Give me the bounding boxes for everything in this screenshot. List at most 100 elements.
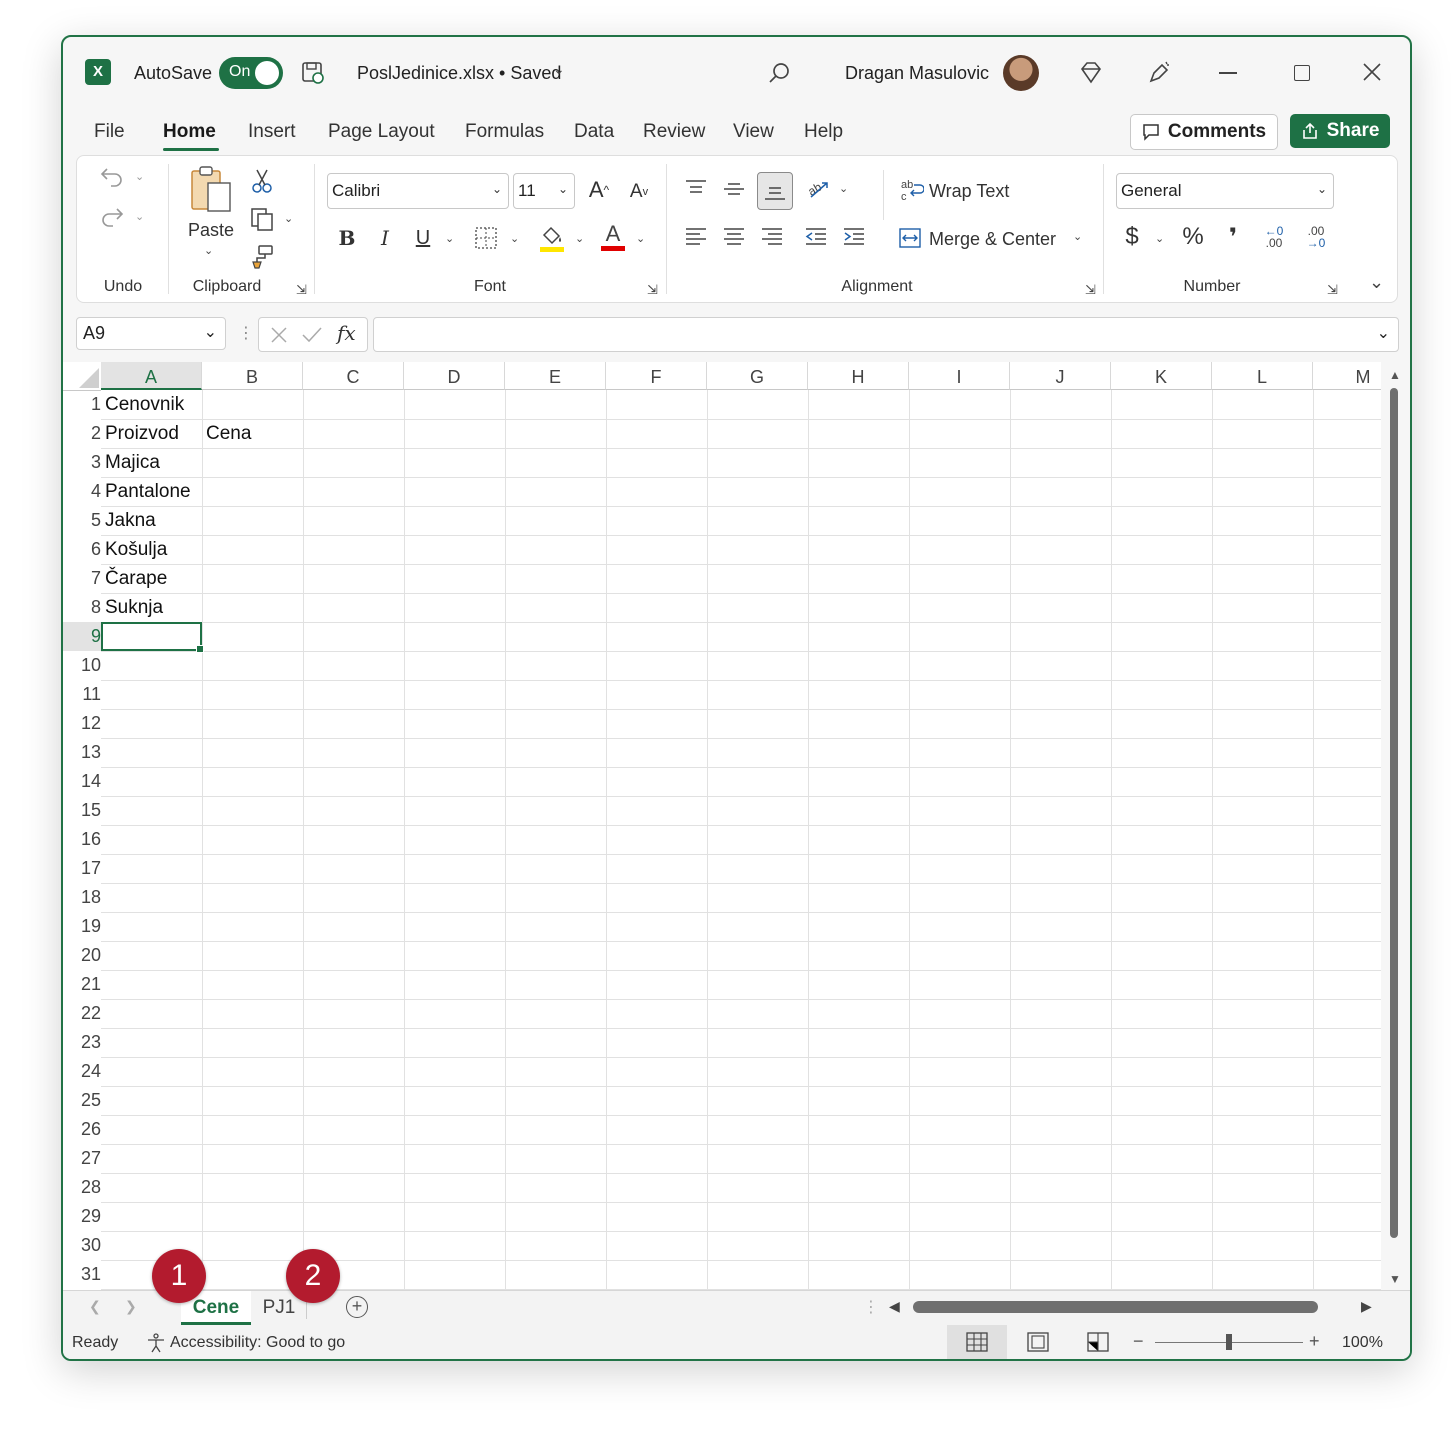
borders-dropdown-icon[interactable]: ⌄ [510, 232, 519, 245]
row-header[interactable]: 19 [63, 912, 101, 941]
percent-button[interactable]: % [1179, 222, 1207, 252]
row-header[interactable]: 5 [63, 506, 101, 535]
vertical-scroll-thumb[interactable] [1390, 388, 1398, 1238]
cell-a8[interactable]: Suknja [101, 593, 163, 622]
row-header[interactable]: 1 [63, 390, 101, 419]
row-header[interactable]: 31 [63, 1260, 101, 1289]
column-header-h[interactable]: H [808, 362, 909, 390]
more-icon[interactable]: ⋮ [238, 323, 254, 343]
minimize-icon[interactable] [1219, 72, 1237, 74]
cell-a6[interactable]: Košulja [101, 535, 167, 564]
number-launcher-icon[interactable]: ⇲ [1327, 282, 1338, 298]
format-painter-icon[interactable] [247, 242, 277, 272]
tab-insert[interactable]: Insert [248, 121, 296, 143]
tab-data[interactable]: Data [574, 121, 614, 143]
number-format-select[interactable]: General ⌄ [1116, 173, 1334, 209]
share-button[interactable]: Share [1290, 114, 1390, 148]
column-header-m[interactable]: M [1313, 362, 1381, 390]
row-header[interactable]: 28 [63, 1173, 101, 1202]
row-header[interactable]: 8 [63, 593, 101, 622]
chevron-down-icon[interactable]: ⌄ [1377, 323, 1390, 343]
column-header-g[interactable]: G [707, 362, 808, 390]
row-header[interactable]: 22 [63, 999, 101, 1028]
font-launcher-icon[interactable]: ⇲ [647, 282, 658, 298]
row-header[interactable]: 20 [63, 941, 101, 970]
zoom-slider[interactable] [1155, 1334, 1303, 1350]
comma-button[interactable]: ❜ [1221, 222, 1245, 252]
column-header-i[interactable]: I [909, 362, 1010, 390]
row-header[interactable]: 9 [63, 622, 101, 651]
column-header-j[interactable]: J [1010, 362, 1111, 390]
selected-cell[interactable] [101, 622, 204, 653]
row-header[interactable]: 30 [63, 1231, 101, 1260]
row-header[interactable]: 23 [63, 1028, 101, 1057]
row-header[interactable]: 24 [63, 1057, 101, 1086]
row-header[interactable]: 3 [63, 448, 101, 477]
font-size-select[interactable]: 11 ⌄ [513, 173, 575, 209]
fill-handle[interactable] [196, 645, 204, 653]
page-layout-view-icon[interactable] [1027, 1332, 1049, 1352]
cancel-icon[interactable] [269, 325, 289, 345]
row-header[interactable]: 7 [63, 564, 101, 593]
row-header[interactable]: 21 [63, 970, 101, 999]
column-header-f[interactable]: F [606, 362, 707, 390]
autosave-toggle[interactable]: On [219, 57, 283, 89]
column-header-a[interactable]: A [101, 362, 202, 390]
tab-view[interactable]: View [733, 121, 774, 143]
row-header[interactable]: 15 [63, 796, 101, 825]
row-header[interactable]: 10 [63, 651, 101, 680]
tab-help[interactable]: Help [804, 121, 843, 143]
row-header[interactable]: 17 [63, 854, 101, 883]
row-header[interactable]: 6 [63, 535, 101, 564]
row-header[interactable]: 25 [63, 1086, 101, 1115]
column-header-b[interactable]: B [202, 362, 303, 390]
row-header[interactable]: 29 [63, 1202, 101, 1231]
tab-review[interactable]: Review [643, 121, 705, 143]
scroll-right-icon[interactable]: ▶ [1361, 1298, 1372, 1315]
redo-dropdown-icon[interactable]: ⌄ [135, 210, 144, 223]
sheet-prev-icon[interactable]: ❮ [89, 1298, 101, 1315]
column-header-k[interactable]: K [1111, 362, 1212, 390]
merge-dropdown-icon[interactable]: ⌄ [1073, 230, 1082, 243]
row-header[interactable]: 26 [63, 1115, 101, 1144]
designer-pen-icon[interactable] [1145, 59, 1173, 87]
orientation-icon[interactable]: ab [803, 174, 833, 204]
currency-button[interactable]: $ [1119, 222, 1145, 252]
font-name-select[interactable]: Calibri ⌄ [327, 173, 509, 209]
zoom-out-button[interactable]: − [1133, 1331, 1144, 1352]
decrease-decimal-button[interactable]: .00 →0 [1299, 220, 1333, 254]
normal-view-button[interactable] [947, 1325, 1007, 1359]
merge-center-label[interactable]: Merge & Center [929, 229, 1056, 250]
redo-icon[interactable] [97, 202, 127, 232]
align-top-icon[interactable] [681, 174, 711, 204]
increase-decimal-button[interactable]: ←0.00 [1257, 220, 1291, 254]
row-header[interactable]: 18 [63, 883, 101, 912]
spreadsheet-grid[interactable]: A B C D E F G H I J K L M 1 2 3 4 5 6 7 8 9 10 11 12 13 14 15 16 17 18… [63, 362, 1381, 1290]
tab-home[interactable]: Home [163, 121, 216, 143]
diamond-icon[interactable] [1077, 59, 1105, 87]
formula-input[interactable]: ⌄ [373, 317, 1399, 352]
cell-a5[interactable]: Jakna [101, 506, 156, 535]
row-header[interactable]: 27 [63, 1144, 101, 1173]
select-all-corner[interactable] [63, 362, 101, 391]
enter-icon[interactable] [301, 325, 323, 345]
file-name[interactable]: PoslJedinice.xlsx • Saved [357, 63, 561, 84]
tab-page-layout[interactable]: Page Layout [328, 121, 435, 143]
vertical-scrollbar[interactable]: ▲ ▼ [1381, 362, 1410, 1290]
insert-function-icon[interactable]: fx [337, 321, 356, 345]
row-header[interactable]: 11 [63, 680, 101, 709]
align-middle-icon[interactable] [719, 174, 749, 204]
undo-dropdown-icon[interactable]: ⌄ [135, 170, 144, 183]
copy-icon[interactable] [247, 204, 277, 234]
save-icon[interactable] [299, 59, 327, 87]
comments-button[interactable]: Comments [1130, 114, 1278, 150]
copy-dropdown-icon[interactable]: ⌄ [284, 212, 293, 225]
wrap-text-icon[interactable]: ab c [899, 176, 925, 204]
merge-center-icon[interactable] [897, 224, 923, 252]
accessibility-icon[interactable] [145, 1332, 167, 1354]
paste-label[interactable]: Paste [188, 220, 234, 241]
row-header[interactable]: 14 [63, 767, 101, 796]
add-sheet-icon[interactable]: + [346, 1296, 368, 1318]
align-left-icon[interactable] [681, 222, 711, 252]
font-color-dropdown-icon[interactable]: ⌄ [636, 232, 645, 245]
